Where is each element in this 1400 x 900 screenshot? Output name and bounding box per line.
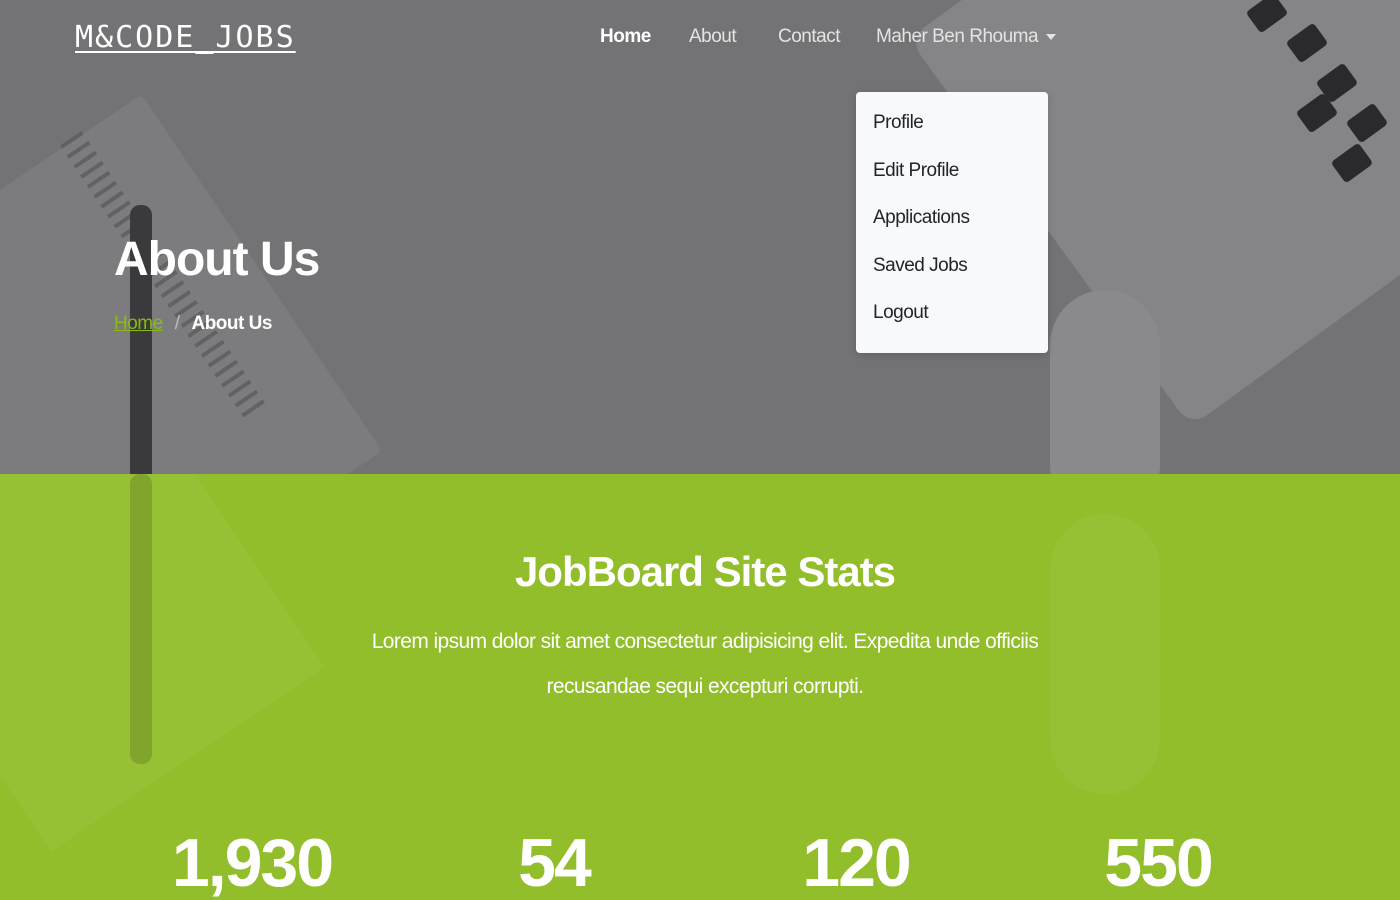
dropdown-item-logout[interactable]: Logout (856, 302, 1048, 350)
dropdown-item-applications[interactable]: Applications (856, 207, 1048, 255)
stat-number: 54 (518, 825, 592, 900)
breadcrumb-home-link[interactable]: Home (114, 313, 163, 334)
breadcrumb-current: About Us (191, 313, 272, 334)
breadcrumb-separator: / (174, 313, 180, 334)
main-nav: Home About Contact Maher Ben Rhouma (0, 26, 1400, 56)
stat-number: 120 (802, 825, 911, 900)
dropdown-item-edit-profile[interactable]: Edit Profile (856, 160, 1048, 208)
nav-link-home[interactable]: Home (600, 26, 651, 48)
stats-section: JobBoard Site Stats Lorem ipsum dolor si… (0, 474, 1400, 900)
stats-description: Lorem ipsum dolor sit amet consectetur a… (371, 630, 1039, 698)
mouse-background-image (1050, 290, 1160, 474)
user-dropdown-menu: Profile Edit Profile Applications Saved … (856, 92, 1048, 353)
dropdown-item-profile[interactable]: Profile (856, 112, 1048, 160)
nav-link-contact[interactable]: Contact (778, 26, 840, 48)
user-menu-toggle[interactable]: Maher Ben Rhouma (876, 26, 1057, 48)
dropdown-item-saved-jobs[interactable]: Saved Jobs (856, 255, 1048, 303)
stats-background-decoration (130, 474, 152, 764)
page-title: About Us (114, 233, 320, 286)
breadcrumb: Home / About Us (114, 313, 272, 335)
user-menu-label: Maher Ben Rhouma (876, 26, 1039, 47)
stat-number: 550 (1104, 825, 1213, 900)
caret-down-icon (1046, 33, 1057, 40)
stats-title: JobBoard Site Stats (514, 548, 896, 595)
nav-link-about[interactable]: About (689, 26, 737, 48)
stat-number: 1,930 (171, 825, 334, 900)
stats-background-decoration (0, 474, 325, 852)
